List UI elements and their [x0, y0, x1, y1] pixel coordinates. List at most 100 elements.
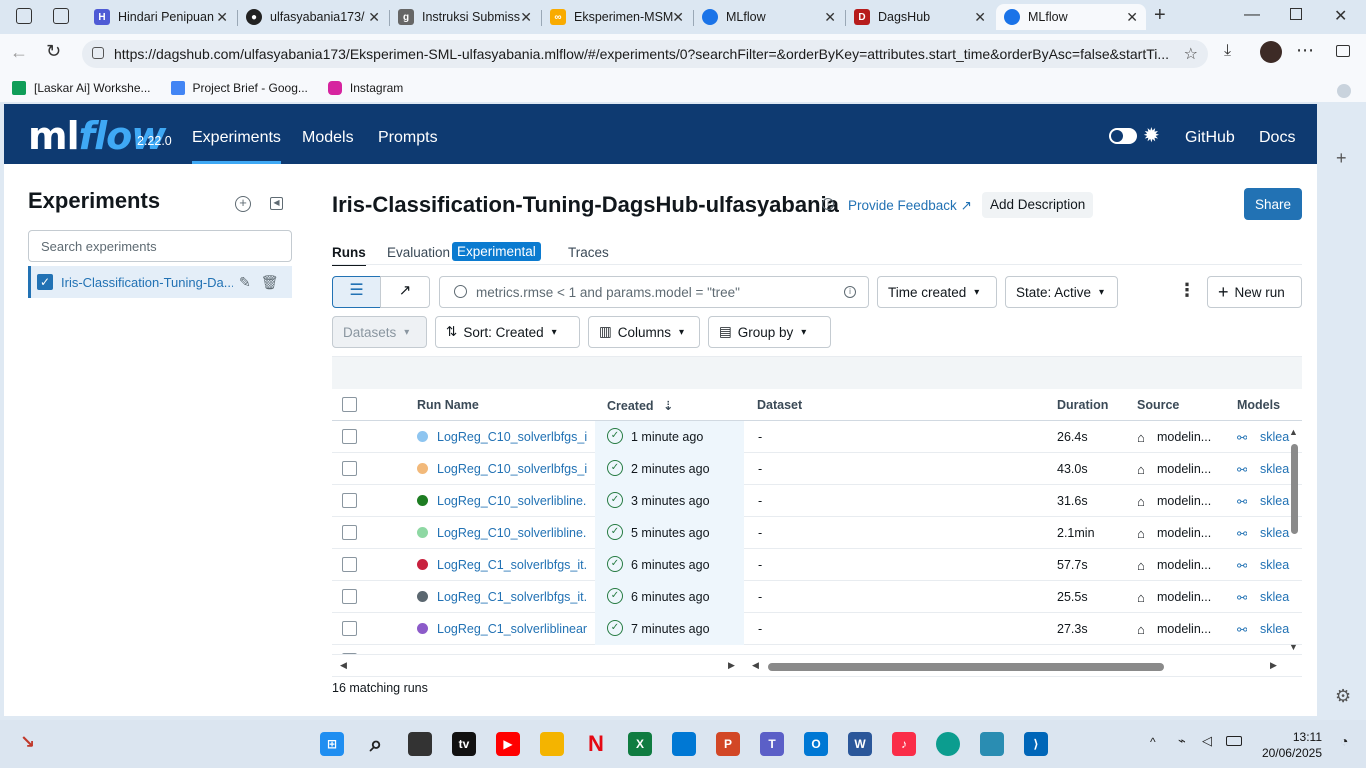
table-row[interactable]: LogReg_C10_solverlbfgs_i... ✓ 1 minute ago…: [332, 421, 1302, 453]
row-checkbox[interactable]: [342, 461, 357, 476]
browser-tab-6[interactable]: D DagsHub ✕: [846, 4, 994, 30]
chevron-up-icon[interactable]: ^: [1150, 735, 1156, 749]
edit-icon[interactable]: ✎: [239, 274, 251, 291]
run-name-link[interactable]: LogReg_C10_solverlbfgs_i...: [437, 430, 587, 444]
nav-models[interactable]: Models: [302, 129, 354, 147]
collapse-sidebar-icon[interactable]: ◀: [270, 197, 283, 210]
browser-tab-7-active[interactable]: MLflow ✕: [996, 4, 1146, 30]
new-tab-icon[interactable]: +: [1154, 4, 1166, 27]
table-row[interactable]: LogReg_C1_solverliblinear... ✓ 7 minutes a…: [332, 613, 1302, 645]
horizontal-scrollbar-thumb[interactable]: [768, 663, 1164, 671]
create-experiment-icon[interactable]: +: [235, 196, 251, 212]
provide-feedback-link[interactable]: Provide Feedback ↗: [848, 198, 972, 214]
search-icon[interactable]: ⌕: [364, 731, 388, 756]
col-duration[interactable]: Duration: [1057, 398, 1108, 412]
tab-runs[interactable]: Runs: [332, 245, 366, 266]
scroll-left-icon[interactable]: ◀: [340, 660, 347, 671]
datasets-dropdown[interactable]: Datasets ▾: [332, 316, 427, 348]
row-checkbox[interactable]: [342, 653, 357, 654]
run-name-link[interactable]: LogReg_C1_solverlbfgs_it...: [437, 558, 587, 572]
close-icon[interactable]: ✕: [368, 9, 380, 26]
run-name-link[interactable]: LogReg_C10_solverlbfgs_i...: [437, 462, 587, 476]
run-name-link[interactable]: LogReg_C1_solverliblinear...: [437, 622, 587, 636]
back-icon[interactable]: ←: [10, 42, 28, 63]
bookmark-laskar[interactable]: [Laskar Ai] Workshe...: [12, 81, 151, 95]
select-all-checkbox[interactable]: [342, 397, 357, 412]
nav-experiments[interactable]: Experiments: [192, 129, 281, 164]
add-description-button[interactable]: Add Description: [982, 192, 1094, 218]
tab-evaluation[interactable]: Evaluation: [387, 245, 450, 260]
volume-icon[interactable]: ◁: [1202, 733, 1212, 749]
sidebar-toggle-icon[interactable]: [1336, 45, 1350, 57]
word-icon[interactable]: W: [848, 732, 872, 756]
youtube-icon[interactable]: ▶: [496, 732, 520, 756]
browser-tab-2[interactable]: ● ulfasyabania173/✕: [238, 4, 388, 30]
edge-icon[interactable]: [936, 732, 960, 756]
apple-tv-icon[interactable]: tv: [452, 732, 476, 756]
scroll-left-icon[interactable]: ◀: [752, 660, 759, 671]
close-icon[interactable]: ✕: [520, 9, 532, 26]
browser-tab-3[interactable]: g Instruksi Submiss ✕: [390, 4, 540, 30]
close-window-icon[interactable]: ✕: [1334, 6, 1347, 26]
address-bar[interactable]: https://dagshub.com/ulfasyabania173/Eksp…: [82, 40, 1208, 68]
model-link[interactable]: sklea: [1260, 590, 1290, 604]
downloads-icon[interactable]: ⤓: [1224, 42, 1231, 60]
task-view-icon[interactable]: [408, 732, 432, 756]
model-link[interactable]: sklea: [1260, 494, 1290, 508]
source-link[interactable]: modelin...: [1157, 430, 1211, 444]
music-icon[interactable]: ♪: [892, 732, 916, 756]
source-link[interactable]: modelin...: [1157, 622, 1211, 636]
col-models[interactable]: Models: [1237, 398, 1280, 412]
workspaces-icon[interactable]: [16, 8, 32, 24]
restore-icon[interactable]: [1290, 8, 1302, 20]
minimize-icon[interactable]: —: [1244, 6, 1260, 24]
col-source[interactable]: Source: [1137, 398, 1179, 412]
favorite-star-icon[interactable]: ☆: [1184, 44, 1198, 64]
copilot-icon[interactable]: [1337, 84, 1351, 98]
close-icon[interactable]: ✕: [974, 9, 986, 26]
nav-prompts[interactable]: Prompts: [378, 129, 438, 147]
table-view-icon[interactable]: ☰: [332, 276, 381, 308]
run-name-link[interactable]: LogReg_C10_solverlibline...: [437, 494, 587, 508]
netflix-icon[interactable]: N: [584, 731, 608, 756]
run-name-link[interactable]: LogReg_C10_solverlibline...: [437, 526, 587, 540]
site-info-icon[interactable]: [92, 47, 104, 59]
stocks-widget-icon[interactable]: ↘: [20, 732, 35, 753]
close-icon[interactable]: ✕: [672, 9, 684, 26]
scroll-right-icon[interactable]: ▶: [728, 660, 735, 671]
columns-dropdown[interactable]: ▥ Columns ▾: [588, 316, 700, 348]
browser-tab-5[interactable]: MLflow ✕: [694, 4, 844, 30]
tab-actions-icon[interactable]: [53, 8, 69, 24]
outlook-icon[interactable]: O: [804, 732, 828, 756]
time-created-dropdown[interactable]: Time created ▾: [877, 276, 997, 308]
app-icon[interactable]: [980, 732, 1004, 756]
clock-date[interactable]: 20/06/2025: [1256, 746, 1322, 760]
row-checkbox[interactable]: [342, 621, 357, 636]
row-checkbox[interactable]: [342, 589, 357, 604]
refresh-icon[interactable]: ↻: [46, 41, 61, 62]
start-icon[interactable]: ⊞: [320, 732, 344, 756]
teams-icon[interactable]: T: [760, 732, 784, 756]
docs-link[interactable]: Docs: [1259, 129, 1295, 147]
source-link[interactable]: modelin...: [1157, 590, 1211, 604]
network-icon[interactable]: ⌁: [1178, 733, 1186, 749]
experiment-name-link[interactable]: Iris-Classification-Tuning-Da...: [61, 275, 233, 290]
close-icon[interactable]: ✕: [824, 9, 836, 26]
source-link[interactable]: modelin...: [1157, 526, 1211, 540]
experiment-list-item[interactable]: ✓ Iris-Classification-Tuning-Da... ✎ 🗑: [28, 266, 292, 298]
add-sidebar-icon[interactable]: +: [1336, 148, 1347, 169]
row-checkbox[interactable]: [342, 557, 357, 572]
share-button[interactable]: Share: [1244, 188, 1302, 220]
dark-mode-toggle[interactable]: [1109, 128, 1137, 144]
table-row[interactable]: LogReg_C10_solverlbfgs_i... ✓ 2 minutes ag…: [332, 453, 1302, 485]
bookmark-project-brief[interactable]: Project Brief - Goog...: [170, 81, 308, 95]
row-checkbox[interactable]: [342, 429, 357, 444]
table-row[interactable]: LogReg_C1_solverlbfgs_it... ✓ 6 minutes ag…: [332, 549, 1302, 581]
store-icon[interactable]: [672, 732, 696, 756]
battery-icon[interactable]: [1226, 736, 1242, 746]
clock-time[interactable]: 13:11: [1262, 730, 1322, 744]
more-icon[interactable]: ⋯: [1296, 40, 1314, 61]
sort-dropdown[interactable]: ⇅ Sort: Created ▾: [435, 316, 580, 348]
kebab-menu-icon[interactable]: ⋮: [1178, 280, 1196, 301]
excel-icon[interactable]: X: [628, 732, 652, 756]
